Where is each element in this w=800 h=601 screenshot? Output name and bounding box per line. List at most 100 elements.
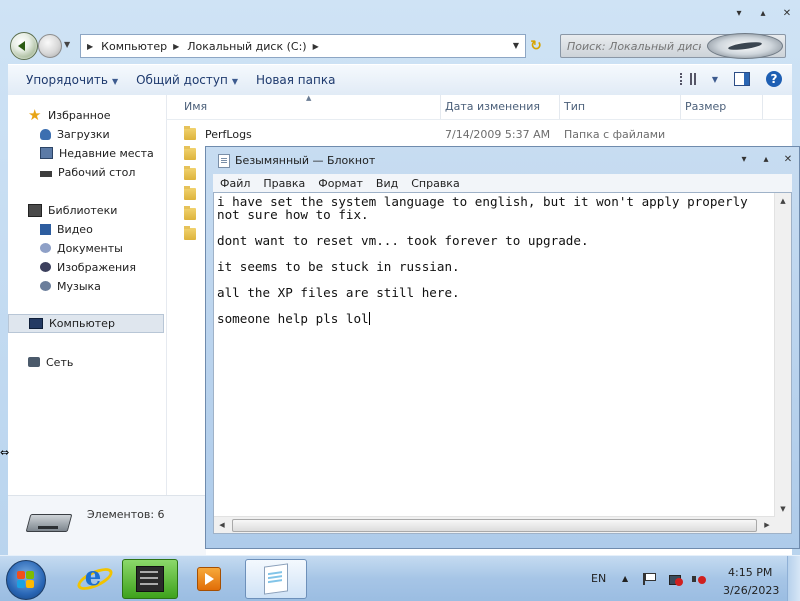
- menu-format[interactable]: Формат: [318, 177, 363, 190]
- vertical-scrollbar[interactable]: ▲ ▼: [774, 193, 791, 517]
- column-divider[interactable]: [440, 95, 441, 119]
- taskbar-internet-explorer[interactable]: e: [64, 559, 118, 597]
- nav-documents-label: Документы: [57, 241, 123, 255]
- column-type[interactable]: Тип: [564, 100, 585, 113]
- taskbar-notepad[interactable]: [245, 559, 307, 599]
- nav-documents[interactable]: Документы: [40, 239, 123, 257]
- scroll-up-icon[interactable]: ▲: [775, 193, 791, 209]
- nav-pictures-label: Изображения: [57, 260, 136, 274]
- show-hidden-icons-icon[interactable]: ▲: [622, 574, 628, 583]
- forward-button[interactable]: [38, 34, 62, 58]
- minimize-button[interactable]: ▾: [737, 154, 751, 166]
- recent-places-icon: [40, 147, 53, 159]
- help-icon[interactable]: ?: [766, 71, 782, 87]
- horizontal-scrollbar[interactable]: ◀ ▶: [214, 516, 775, 533]
- search-box[interactable]: [560, 33, 786, 59]
- change-view-icon[interactable]: [679, 73, 696, 85]
- organize-button[interactable]: Упорядочить ▼: [26, 73, 118, 87]
- column-divider[interactable]: [680, 95, 681, 119]
- close-button[interactable]: ✕: [781, 154, 795, 166]
- video-icon: [40, 223, 51, 235]
- language-indicator[interactable]: EN: [591, 572, 606, 585]
- network-status-icon[interactable]: [669, 573, 683, 586]
- scroll-down-icon[interactable]: ▼: [775, 501, 791, 517]
- recent-pages-dropdown-icon[interactable]: ▼: [64, 40, 70, 49]
- libraries-icon: [28, 203, 42, 217]
- search-input[interactable]: [565, 35, 703, 57]
- nav-libraries[interactable]: Библиотеки: [28, 201, 117, 219]
- mouse-cursor-icon: ⇔: [0, 446, 10, 459]
- notepad-caption-buttons: ▾ ▴ ✕: [737, 154, 795, 166]
- notepad-text[interactable]: i have set the system language to englis…: [217, 195, 773, 515]
- notepad-text-area[interactable]: i have set the system language to englis…: [213, 192, 792, 534]
- organize-label: Упорядочить: [26, 73, 108, 87]
- breadcrumb-computer[interactable]: Компьютер: [101, 40, 167, 53]
- nav-downloads[interactable]: Загрузки: [40, 125, 110, 143]
- chevron-down-icon: ▼: [231, 77, 238, 86]
- taskbar-media-player[interactable]: [183, 559, 237, 597]
- address-bar[interactable]: ▶ Компьютер ▶ Локальный диск (C:) ▶ ▼: [80, 34, 526, 58]
- column-headers: Имя ▲ Дата изменения Тип Размер: [166, 94, 792, 120]
- breadcrumb-local-disk[interactable]: Локальный диск (C:): [187, 40, 306, 53]
- column-name[interactable]: Имя: [184, 100, 207, 113]
- notepad-icon[interactable]: [218, 154, 230, 168]
- command-bar: Упорядочить ▼ Общий доступ ▼ Новая папка ▼…: [8, 64, 792, 96]
- breadcrumb-arrow-icon[interactable]: ▶: [313, 42, 319, 51]
- breadcrumb-arrow-icon[interactable]: ▶: [173, 42, 179, 51]
- nav-desktop[interactable]: Рабочий стол: [40, 163, 135, 181]
- column-divider[interactable]: [762, 95, 763, 119]
- column-size[interactable]: Размер: [685, 100, 726, 113]
- media-player-icon: [197, 567, 221, 591]
- refresh-icon[interactable]: ↻: [528, 38, 544, 54]
- close-button[interactable]: ✕: [780, 8, 794, 20]
- breadcrumb-arrow-icon[interactable]: ▶: [87, 42, 93, 51]
- start-button[interactable]: [6, 560, 46, 600]
- volume-muted-icon[interactable]: [692, 573, 706, 585]
- address-row: ▼ ▶ Компьютер ▶ Локальный диск (C:) ▶ ▼ …: [8, 30, 792, 60]
- nav-libraries-label: Библиотеки: [48, 203, 118, 217]
- nav-music[interactable]: Музыка: [40, 277, 101, 295]
- music-icon: [40, 281, 51, 291]
- menu-edit[interactable]: Правка: [263, 177, 305, 190]
- column-divider[interactable]: [559, 95, 560, 119]
- taskbar-file-explorer[interactable]: [122, 559, 178, 599]
- action-center-flag-icon[interactable]: [643, 573, 659, 585]
- column-date[interactable]: Дата изменения: [445, 100, 540, 113]
- notepad-titlebar[interactable]: Безымянный — Блокнот ▾ ▴ ✕: [206, 147, 799, 173]
- menu-help[interactable]: Справка: [411, 177, 459, 190]
- scroll-left-icon[interactable]: ◀: [214, 517, 230, 533]
- nav-computer[interactable]: Компьютер: [8, 314, 164, 333]
- nav-favorites[interactable]: ★ Избранное: [28, 106, 110, 124]
- nav-video[interactable]: Видео: [40, 220, 93, 238]
- folder-icon: [184, 226, 196, 240]
- nav-pictures[interactable]: Изображения: [40, 258, 136, 276]
- nav-network[interactable]: Сеть: [28, 353, 73, 371]
- nav-recent[interactable]: Недавние места: [40, 144, 154, 162]
- nav-network-label: Сеть: [46, 355, 74, 369]
- notepad-icon: [264, 563, 288, 595]
- documents-icon: [40, 243, 51, 253]
- chevron-down-icon: ▼: [111, 77, 119, 86]
- nav-video-label: Видео: [57, 222, 93, 236]
- clock-time[interactable]: 4:15 PM: [728, 566, 772, 579]
- menu-file[interactable]: Файл: [220, 177, 250, 190]
- nav-computer-label: Компьютер: [49, 317, 115, 330]
- views-dropdown-icon[interactable]: ▼: [712, 75, 718, 84]
- address-dropdown-icon[interactable]: ▼: [513, 41, 519, 50]
- minimize-button[interactable]: ▾: [732, 8, 746, 20]
- scroll-right-icon[interactable]: ▶: [759, 517, 775, 533]
- show-desktop-button[interactable]: [787, 556, 800, 601]
- file-row[interactable]: PerfLogs 7/14/2009 5:37 AM Папка с файла…: [166, 125, 792, 145]
- new-folder-button[interactable]: Новая папка: [256, 73, 335, 87]
- preview-pane-icon[interactable]: [734, 72, 750, 86]
- clock-date[interactable]: 3/26/2023: [723, 584, 779, 597]
- horizontal-scroll-thumb[interactable]: [232, 519, 757, 532]
- back-button[interactable]: [10, 32, 38, 60]
- maximize-button[interactable]: ▴: [756, 8, 770, 20]
- folder-icon: [184, 146, 196, 160]
- windows-logo-icon: [17, 571, 35, 589]
- menu-view[interactable]: Вид: [376, 177, 398, 190]
- maximize-button[interactable]: ▴: [759, 154, 773, 166]
- share-button[interactable]: Общий доступ ▼: [136, 73, 238, 87]
- network-icon: [28, 357, 40, 367]
